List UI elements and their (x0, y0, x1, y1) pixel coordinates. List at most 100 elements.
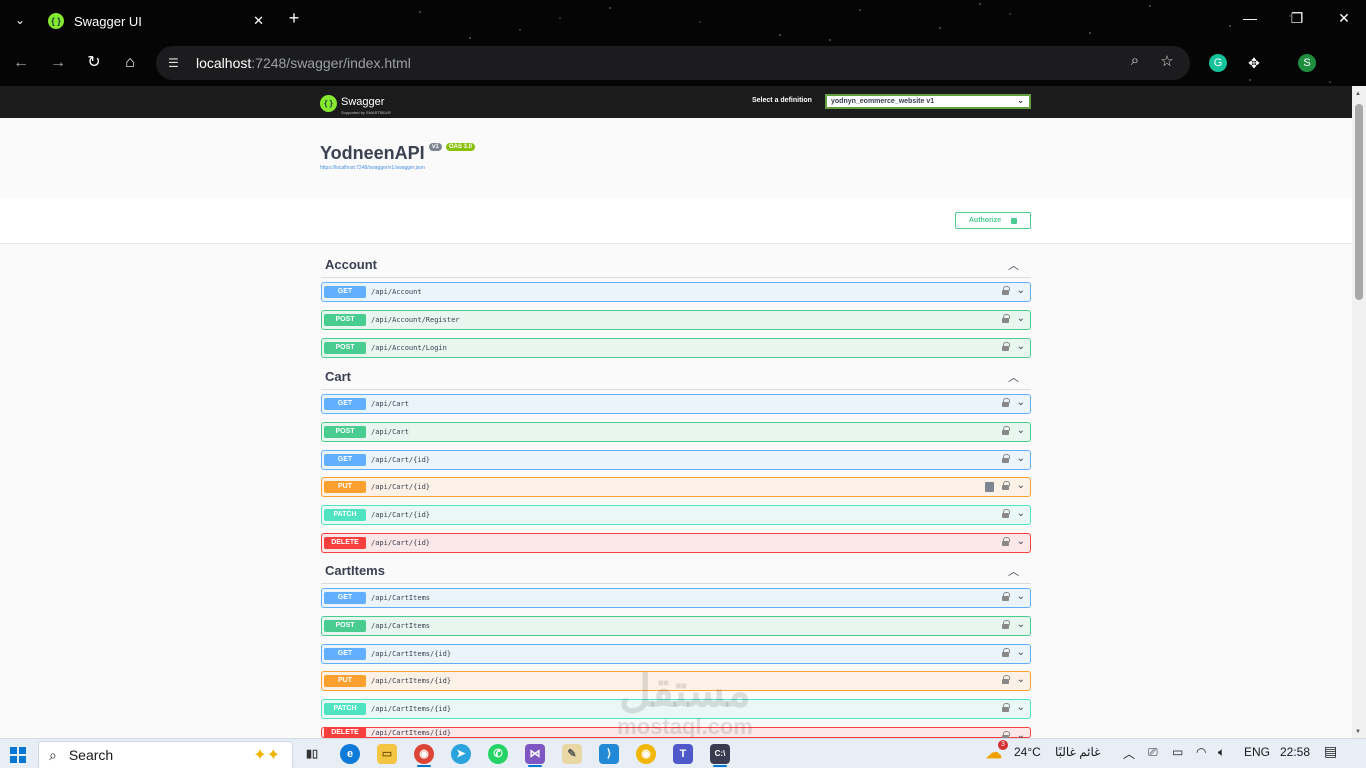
operation-get[interactable]: GET/api/CartItems/{id} ⌄ (321, 644, 1031, 664)
scroll-up-icon[interactable]: ▲ (1355, 91, 1361, 97)
page-scrollbar[interactable]: ▲ ▼ (1352, 86, 1366, 738)
lock-icon[interactable] (1002, 481, 1010, 491)
language-indicator[interactable]: ENG (1244, 745, 1270, 759)
chevron-down-icon[interactable]: ⌄ (1017, 313, 1025, 324)
chevron-down-icon[interactable]: ⌄ (1017, 702, 1025, 713)
lock-icon[interactable] (1002, 398, 1010, 408)
volume-icon[interactable]: 🔈︎ (1218, 745, 1225, 760)
chevron-down-icon[interactable]: ⌄ (1017, 674, 1025, 685)
scrollbar-thumb[interactable] (1355, 104, 1363, 300)
chrome-icon[interactable]: ◉ (414, 744, 434, 764)
copy-icon[interactable] (985, 482, 994, 492)
operation-get[interactable]: GET/api/Cart/{id} ⌄ (321, 450, 1031, 470)
tab-close-icon[interactable]: ✕ (253, 13, 264, 29)
extensions-puzzle-icon[interactable]: ✥ (1245, 54, 1263, 72)
visual-studio-icon[interactable]: ⋈ (525, 744, 545, 764)
site-info-icon[interactable]: ☰ (168, 56, 188, 70)
chevron-down-icon[interactable]: ⌄ (1017, 619, 1025, 630)
grammarly-extension-icon[interactable]: G (1209, 54, 1227, 72)
address-bar[interactable]: ☰ localhost:7248/swagger/index.html ⌕ ☆ (156, 46, 1190, 80)
tag-section-cart[interactable]: Cart ︿ (321, 366, 1031, 390)
lock-icon[interactable] (1002, 592, 1010, 602)
task-view-icon[interactable]: ▮▯ (302, 744, 322, 764)
lock-icon[interactable] (1002, 675, 1010, 685)
telegram-icon[interactable]: ➤ (451, 744, 471, 764)
lock-icon[interactable] (1002, 620, 1010, 630)
tag-section-account[interactable]: Account ︿ (321, 254, 1031, 278)
operation-get[interactable]: GET/api/Account ⌄ (321, 282, 1031, 302)
chevron-down-icon[interactable]: ⌄ (1017, 397, 1025, 408)
operation-get[interactable]: GET/api/Cart ⌄ (321, 394, 1031, 414)
chrome-canary-icon[interactable]: ◉ (636, 744, 656, 764)
definition-select[interactable]: yodnyn_eommerce_website v1 ⌄ (825, 94, 1031, 109)
teams-icon[interactable]: T (673, 744, 693, 764)
taskbar-search[interactable]: ⌕ Search ✦✦ (38, 741, 293, 768)
chevron-up-icon[interactable]: ︿ (1008, 563, 1019, 579)
operation-post[interactable]: POST/api/Account/Register ⌄ (321, 310, 1031, 330)
vscode-icon[interactable]: ⟩ (599, 744, 619, 764)
chevron-down-icon[interactable]: ⌄ (1017, 341, 1025, 352)
window-close-icon[interactable]: ✕ (1334, 10, 1354, 30)
new-tab-icon[interactable]: + (284, 8, 304, 32)
file-explorer-icon[interactable]: ▭ (377, 744, 397, 764)
windows-start-icon[interactable] (10, 747, 26, 763)
profile-avatar[interactable]: S (1298, 54, 1316, 72)
operation-delete[interactable]: DELETE/api/Cart/{id} ⌄ (321, 533, 1031, 553)
forward-icon[interactable]: → (47, 52, 69, 74)
chevron-down-icon[interactable]: ⌄ (1017, 591, 1025, 602)
tray-chevron-up-icon[interactable]: ︿ (1123, 745, 1135, 762)
battery-icon[interactable]: ▭ (1172, 745, 1183, 759)
operation-path: /api/Account/Login (371, 344, 447, 352)
chevron-down-icon[interactable]: ⌄ (1017, 480, 1025, 491)
restore-icon[interactable]: ❐ (1287, 10, 1307, 30)
wifi-icon[interactable]: ◠ (1196, 745, 1206, 759)
tab-search-icon[interactable]: ⌄ (10, 10, 30, 30)
operation-post[interactable]: POST/api/Account/Login ⌄ (321, 338, 1031, 358)
scroll-down-icon[interactable]: ▼ (1355, 729, 1361, 735)
lock-icon[interactable] (1002, 648, 1010, 658)
operation-get[interactable]: GET/api/CartItems ⌄ (321, 588, 1031, 608)
lock-icon[interactable] (1002, 426, 1010, 436)
whatsapp-icon[interactable]: ✆ (488, 744, 508, 764)
tray-meet-icon[interactable]: ⎚ (1148, 745, 1158, 760)
browser-titlebar: ⌄ { } Swagger UI ✕ + — ❐ ✕ ← → ↻ ⌂ ☰ loc… (0, 0, 1366, 86)
lock-icon[interactable] (1002, 314, 1010, 324)
operation-put[interactable]: PUT/api/Cart/{id} ⌄ (321, 477, 1031, 497)
operation-post[interactable]: POST/api/CartItems ⌄ (321, 616, 1031, 636)
operation-patch[interactable]: PATCH/api/Cart/{id} ⌄ (321, 505, 1031, 525)
chevron-down-icon[interactable]: ⌄ (1017, 508, 1025, 519)
notifications-icon[interactable]: ▤ (1324, 743, 1337, 760)
clock[interactable]: 22:58 (1280, 745, 1310, 759)
chevron-down-icon[interactable]: ⌄ (1017, 285, 1025, 296)
lock-icon[interactable] (1002, 454, 1010, 464)
chevron-down-icon[interactable]: ⌄ (1017, 536, 1025, 547)
edge-icon[interactable]: e (340, 744, 360, 764)
url-host: localhost (196, 55, 252, 71)
home-icon[interactable]: ⌂ (119, 52, 141, 74)
browser-tab[interactable]: { } Swagger UI ✕ (38, 4, 274, 38)
weather-temp[interactable]: 24°C (1014, 745, 1041, 759)
tag-section-cartitems[interactable]: CartItems ︿ (321, 560, 1031, 584)
lock-icon[interactable] (1002, 537, 1010, 547)
swagger-logo[interactable]: { } Swagger Supported by SMARTBEAR (320, 92, 391, 115)
weather-description[interactable]: غائم غالبًا (1055, 745, 1100, 759)
back-icon[interactable]: ← (10, 52, 32, 74)
zoom-icon[interactable]: ⌕ (1124, 52, 1146, 69)
paint-icon[interactable]: ✎ (562, 744, 582, 764)
terminal-icon[interactable]: C:\ (710, 744, 730, 764)
operation-post[interactable]: POST/api/Cart ⌄ (321, 422, 1031, 442)
reload-icon[interactable]: ↻ (83, 52, 105, 74)
minimize-icon[interactable]: — (1240, 10, 1260, 30)
chevron-down-icon[interactable]: ⌄ (1017, 453, 1025, 464)
spec-link[interactable]: https://localhost:7248/swagger/v1/swagge… (320, 165, 425, 171)
bookmark-star-icon[interactable]: ☆ (1156, 52, 1178, 70)
lock-icon[interactable] (1002, 286, 1010, 296)
lock-icon[interactable] (1002, 703, 1010, 713)
chevron-up-icon[interactable]: ︿ (1008, 369, 1019, 385)
chevron-down-icon[interactable]: ⌄ (1017, 647, 1025, 658)
chevron-down-icon[interactable]: ⌄ (1017, 425, 1025, 436)
lock-icon[interactable] (1002, 342, 1010, 352)
chevron-up-icon[interactable]: ︿ (1008, 257, 1019, 273)
lock-icon[interactable] (1002, 509, 1010, 519)
authorize-button[interactable]: Authorize (955, 212, 1031, 229)
